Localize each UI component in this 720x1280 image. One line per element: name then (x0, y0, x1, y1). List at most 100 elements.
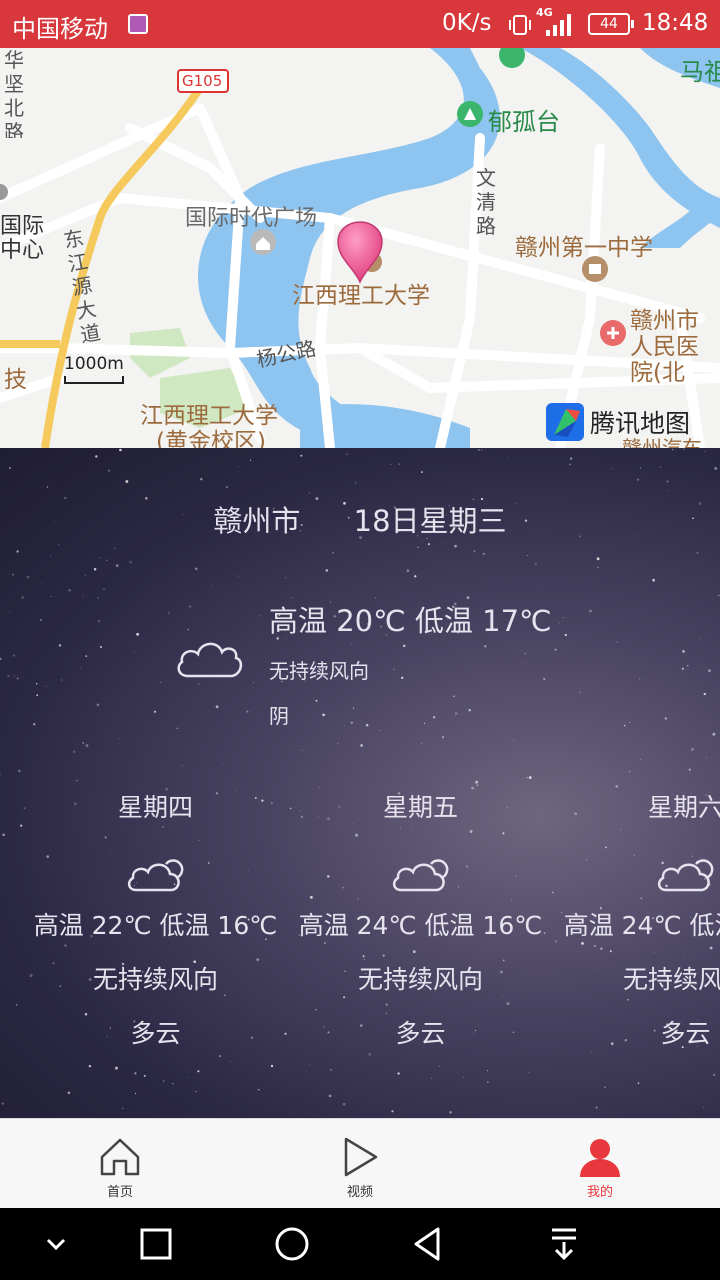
star (58, 543, 60, 545)
star (696, 551, 699, 554)
star (233, 763, 235, 765)
star (16, 677, 19, 680)
star (300, 454, 303, 457)
star (99, 557, 101, 558)
star (187, 629, 189, 631)
star (168, 612, 170, 614)
recents-button[interactable] (136, 1224, 176, 1264)
star (559, 623, 560, 625)
star (1, 1102, 4, 1105)
star (351, 721, 353, 724)
star (481, 449, 483, 451)
star (0, 773, 1, 776)
star (402, 644, 406, 648)
clock: 18:48 (642, 10, 709, 36)
star (309, 492, 311, 494)
forecast-temperature: 高温 24℃ 低温 16℃ (298, 911, 543, 940)
back-button[interactable] (408, 1224, 448, 1264)
star (16, 550, 19, 553)
star (506, 457, 508, 459)
star (664, 717, 668, 720)
star (390, 463, 392, 465)
star (182, 765, 184, 767)
star (554, 648, 557, 651)
star (160, 682, 162, 684)
star (421, 743, 423, 745)
location-pin-icon[interactable] (336, 220, 384, 284)
star (596, 557, 600, 561)
star (475, 780, 478, 784)
star (68, 588, 71, 592)
star (252, 682, 254, 683)
star (352, 707, 355, 709)
star (611, 468, 613, 470)
star (194, 567, 198, 571)
forecast-list[interactable]: 星期四 高温 22℃ 低温 16℃ 无持续风向 多云 星期五 高温 24℃ 低温… (23, 788, 720, 1118)
star (712, 732, 716, 736)
star (454, 712, 458, 715)
star (398, 463, 400, 465)
home-button[interactable] (272, 1224, 312, 1264)
star (393, 668, 395, 670)
star (82, 595, 84, 597)
poi-ligong-huangjin-2: (黄金校区) (156, 429, 266, 448)
star (569, 457, 573, 460)
forecast-wind: 无持续风向 (622, 965, 720, 994)
notification-pulldown-icon[interactable] (544, 1224, 584, 1264)
star (671, 448, 674, 451)
star (708, 669, 711, 673)
star (666, 480, 669, 483)
star (473, 550, 476, 553)
star (484, 644, 487, 648)
poi-hospital: 赣州市人民医院(北 (630, 308, 699, 386)
star (482, 552, 485, 555)
map-view[interactable]: G105 郁孤台 马祖 国际时代广场 文清路 赣州第一中学 江西理工大学 东江源… (0, 48, 720, 448)
forecast-temperature: 高温 22℃ 低温 16℃ (33, 911, 278, 940)
forecast-day-name: 星期六 (647, 793, 720, 822)
star (379, 729, 381, 731)
poi-maxiang: 马祖 (680, 58, 720, 86)
star (215, 705, 219, 709)
star (332, 552, 335, 554)
star (639, 758, 642, 761)
poi-yugutai: 郁孤台 (488, 108, 560, 136)
star (84, 574, 87, 576)
star (7, 674, 10, 678)
star (543, 677, 546, 681)
star (249, 459, 252, 461)
forecast-day-name: 星期四 (117, 793, 193, 822)
road-huajian: 华坚北路 (4, 48, 24, 138)
star (652, 578, 656, 582)
star (714, 467, 717, 470)
forecast-day-name: 星期五 (382, 793, 458, 822)
star (106, 559, 108, 561)
star (686, 664, 689, 667)
star (401, 676, 404, 679)
tab-mine[interactable]: 我的 (540, 1119, 660, 1209)
star (200, 477, 203, 481)
star (18, 769, 21, 773)
star (683, 448, 685, 450)
chevron-down-icon[interactable] (36, 1224, 76, 1264)
star (45, 685, 47, 687)
star (639, 678, 641, 680)
star (637, 478, 640, 481)
star (50, 555, 52, 557)
star (351, 644, 353, 646)
tab-home[interactable]: 首页 (60, 1119, 180, 1209)
poi-ganzhou-no1-school: 赣州第一中学 (515, 235, 653, 261)
star (9, 467, 11, 469)
star (521, 662, 523, 663)
tab-video[interactable]: 视频 (300, 1119, 420, 1209)
partly-cloudy-icon (127, 859, 183, 892)
star (188, 605, 192, 608)
map-scale-label: 1000m (64, 354, 124, 374)
star (628, 770, 631, 773)
star (76, 779, 78, 782)
star (406, 569, 410, 573)
forecast-wind: 无持续风向 (92, 965, 218, 994)
forecast-condition: 多云 (395, 1019, 446, 1048)
star (246, 710, 249, 713)
star (97, 597, 99, 599)
star (36, 694, 39, 697)
